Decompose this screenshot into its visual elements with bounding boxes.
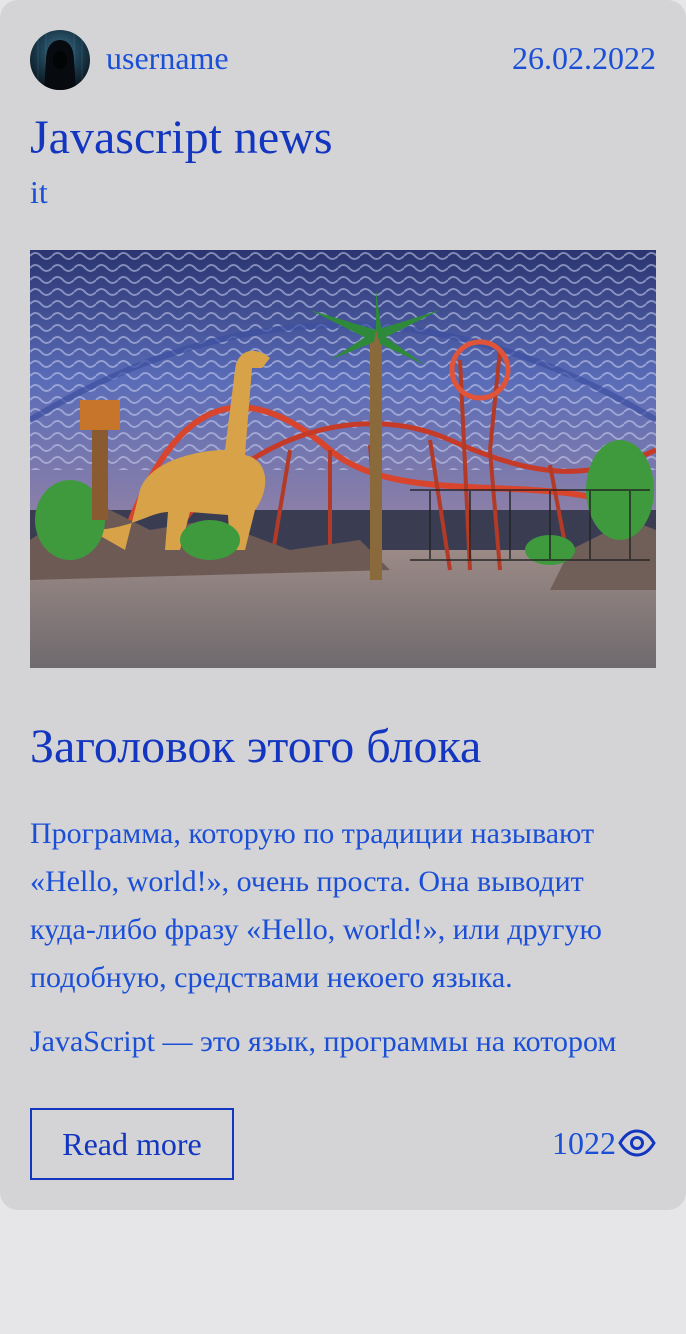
block-heading: Заголовок этого блока [30,720,482,773]
post-image [30,250,656,668]
post-card: username 26.02.2022 Javascript news it З… [0,0,686,1210]
views-count: 1022 [552,1125,616,1161]
post-date: 26.02.2022 [512,40,656,76]
avatar[interactable] [30,30,90,90]
post-title: Javascript news [30,111,333,164]
hooded-figure-icon [37,30,83,90]
eye-icon [618,1129,656,1157]
post-paragraph: JavaScript — это язык, программы на кото… [30,1025,617,1058]
post-category[interactable]: it [30,172,48,212]
read-more-button[interactable]: Read more [30,1108,234,1180]
author-username[interactable]: username [106,38,229,78]
views-counter: 1022 [552,1118,656,1168]
post-paragraph: Программа, которую по традиции называют … [30,817,602,994]
theme-park-dinosaur-photo-icon [30,250,656,668]
